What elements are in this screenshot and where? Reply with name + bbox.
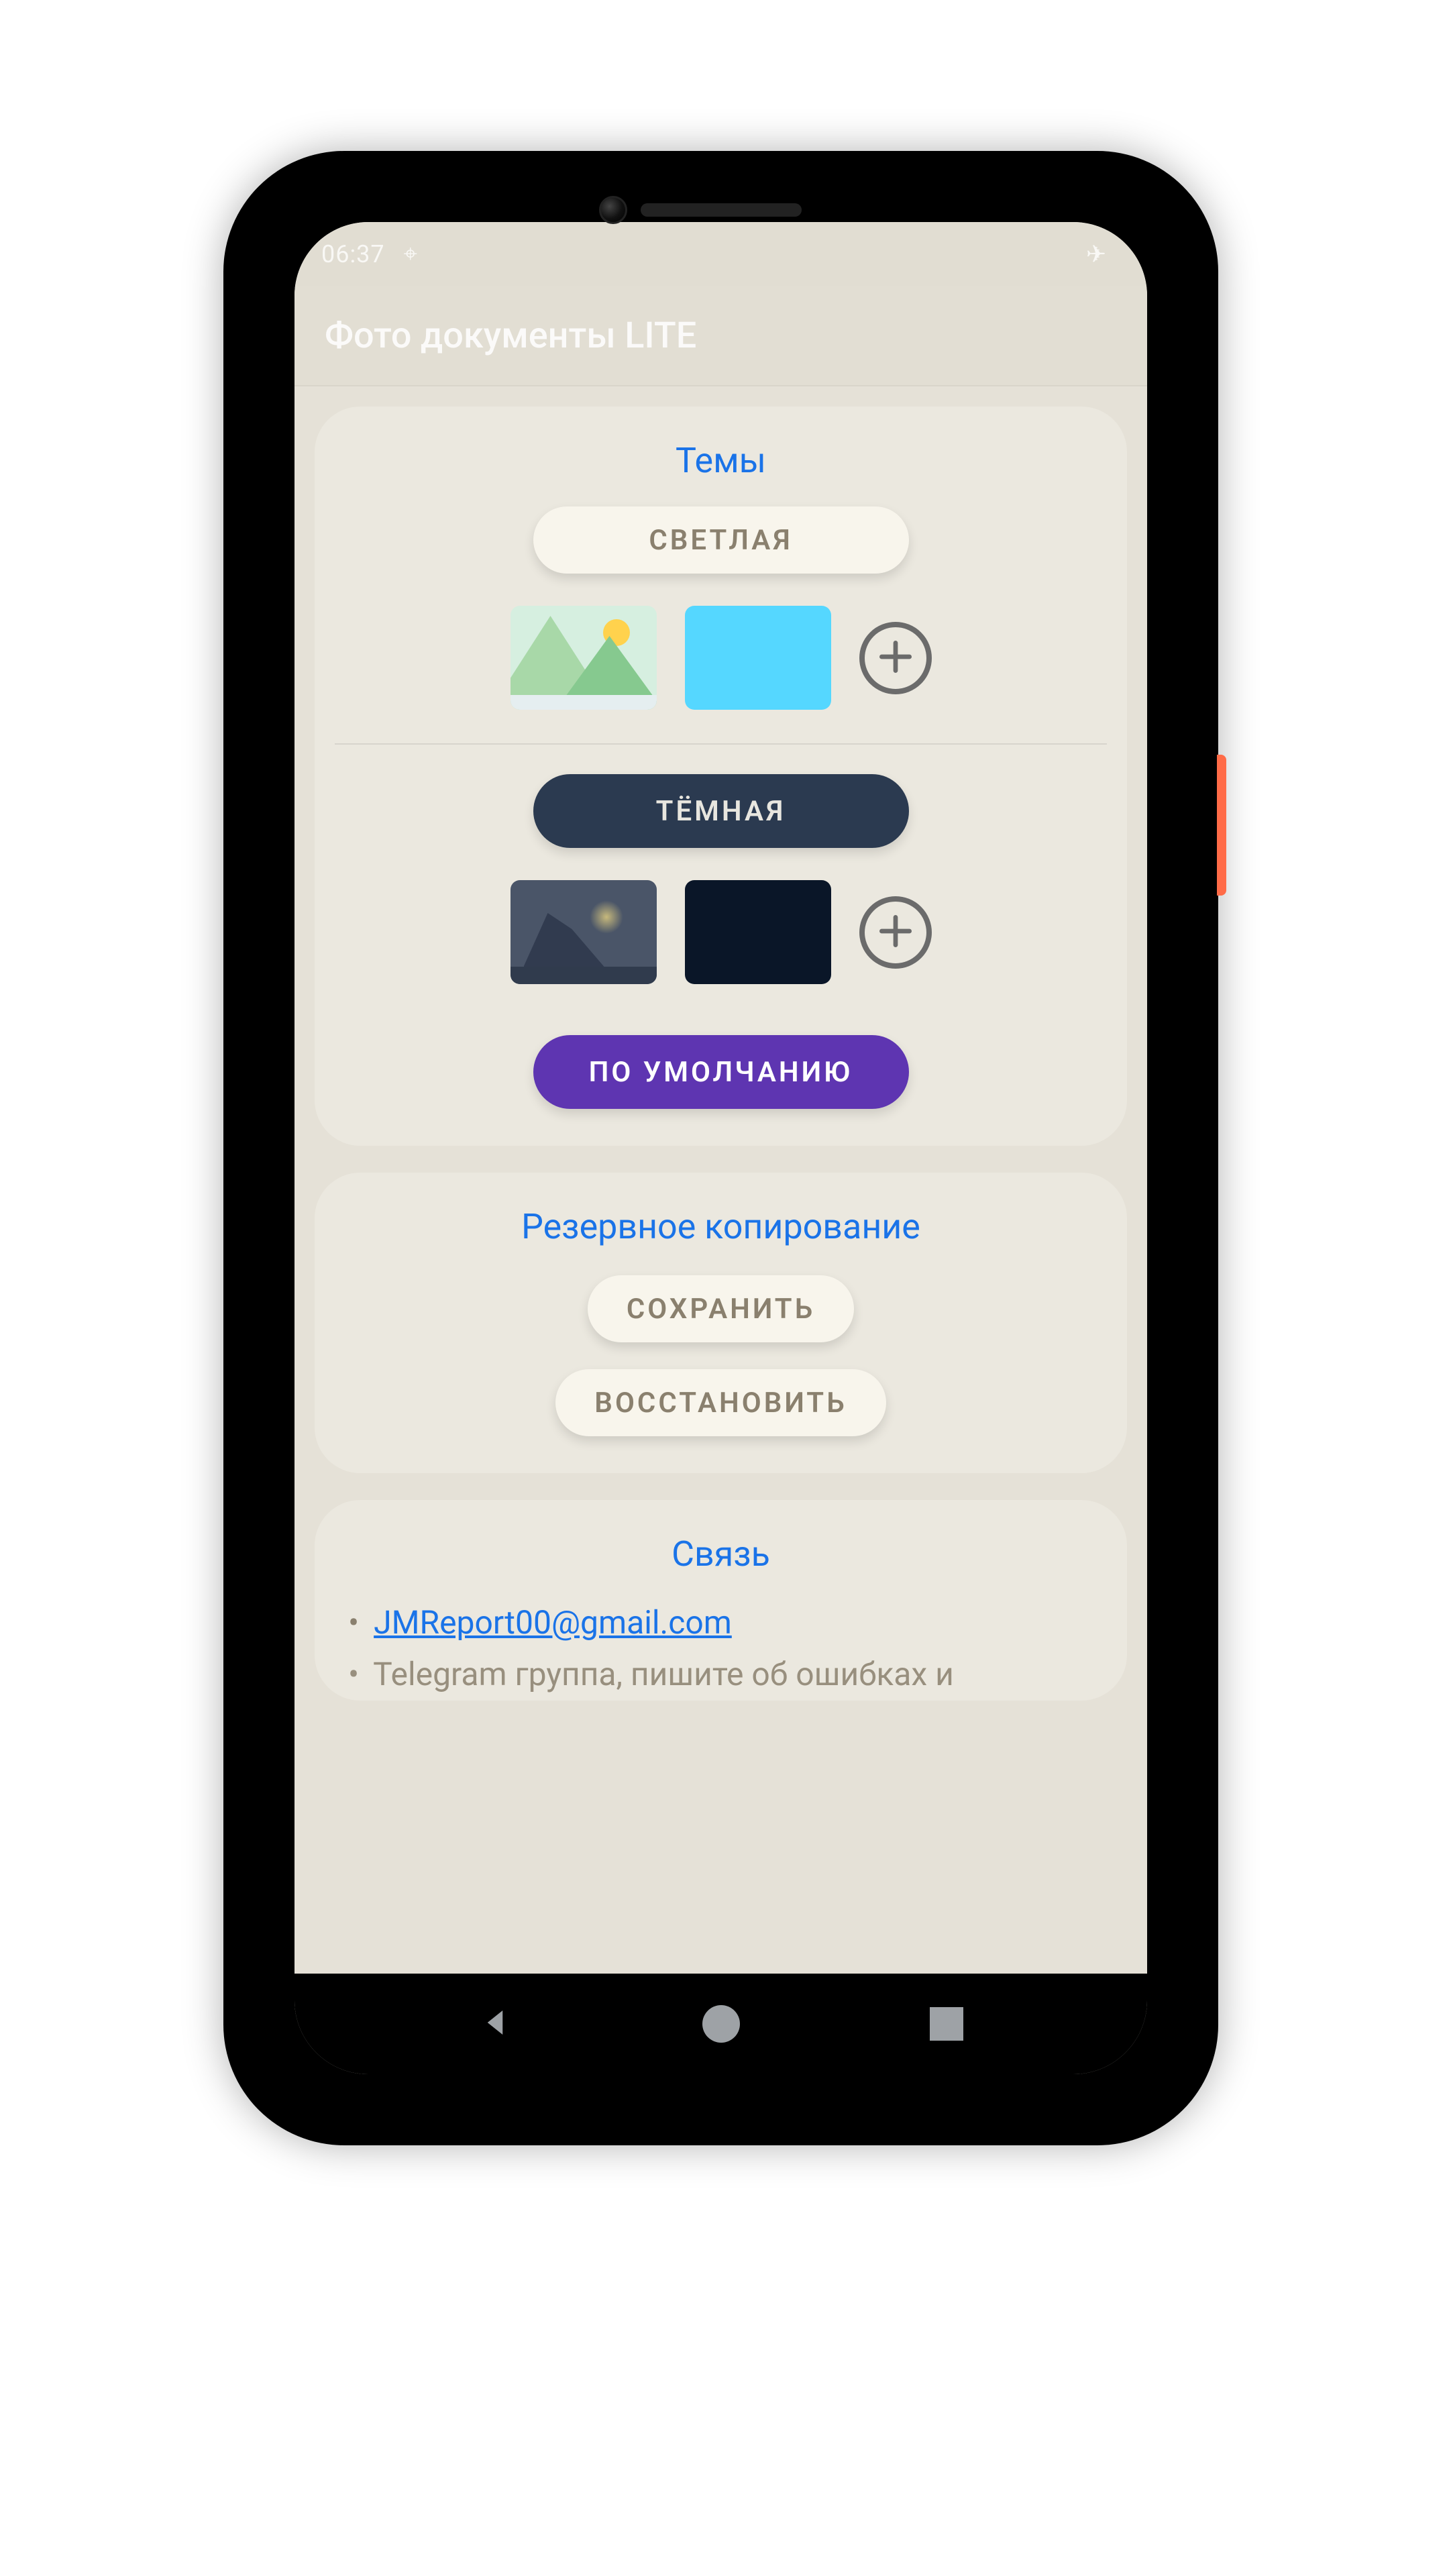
dark-theme-previews bbox=[511, 880, 932, 984]
themes-heading: Темы bbox=[676, 440, 766, 481]
contact-telegram-text: Telegram группа, пишите об ошибках и bbox=[373, 1655, 954, 1693]
bullet-icon: • bbox=[348, 1603, 359, 1642]
android-nav-bar bbox=[294, 1974, 1147, 2074]
themes-card: Темы СВЕТЛАЯ bbox=[315, 407, 1127, 1146]
app-bar: Фото документы LITE bbox=[294, 286, 1147, 386]
back-triangle-icon bbox=[477, 2004, 513, 2043]
nav-home-button[interactable] bbox=[696, 1999, 746, 2049]
restore-backup-label: ВОССТАНОВИТЬ bbox=[594, 1387, 847, 1419]
camera-dot bbox=[599, 196, 627, 224]
app-title: Фото документы LITE bbox=[325, 315, 696, 357]
phone-frame: 06:37 ⌖ ✈ Фото документы LITE Темы СВЕТЛ… bbox=[223, 151, 1218, 2145]
recent-square-icon bbox=[930, 2007, 963, 2041]
plus-icon bbox=[875, 636, 916, 680]
default-theme-button[interactable]: ПО УМОЛЧАНИЮ bbox=[533, 1035, 909, 1109]
save-backup-label: СОХРАНИТЬ bbox=[627, 1293, 815, 1326]
light-theme-button[interactable]: СВЕТЛАЯ bbox=[533, 506, 909, 574]
theme-divider bbox=[335, 743, 1107, 745]
speaker-grille bbox=[641, 203, 802, 217]
backup-card: Резервное копирование СОХРАНИТЬ ВОССТАНО… bbox=[315, 1173, 1127, 1473]
light-theme-wallpaper[interactable] bbox=[511, 606, 657, 710]
dark-theme-label: ТЁМНАЯ bbox=[656, 795, 786, 828]
light-theme-previews bbox=[511, 606, 932, 710]
add-light-theme-button[interactable] bbox=[859, 622, 932, 694]
location-icon: ⌖ bbox=[404, 239, 418, 268]
dark-theme-button[interactable]: ТЁМНАЯ bbox=[533, 774, 909, 848]
backup-heading: Резервное копирование bbox=[521, 1206, 920, 1247]
light-theme-label: СВЕТЛАЯ bbox=[649, 524, 792, 557]
dark-theme-wallpaper[interactable] bbox=[511, 880, 657, 984]
contact-email-link[interactable]: JMReport00@gmail.com bbox=[374, 1603, 732, 1642]
plus-icon bbox=[875, 910, 916, 955]
phone-bezel: 06:37 ⌖ ✈ Фото документы LITE Темы СВЕТЛ… bbox=[248, 175, 1194, 2121]
status-bar: 06:37 ⌖ ✈ bbox=[294, 222, 1147, 286]
dark-theme-color-swatch[interactable] bbox=[685, 880, 831, 984]
contact-heading: Связь bbox=[672, 1534, 770, 1574]
light-theme-color-swatch[interactable] bbox=[685, 606, 831, 710]
nav-back-button[interactable] bbox=[470, 1999, 520, 2049]
phone-notch bbox=[223, 190, 1218, 230]
contact-email-row: • JMReport00@gmail.com bbox=[348, 1597, 1093, 1649]
settings-content[interactable]: Темы СВЕТЛАЯ bbox=[294, 386, 1147, 1974]
status-clock: 06:37 bbox=[321, 240, 385, 268]
contact-telegram-row: • Telegram группа, пишите об ошибках и bbox=[348, 1649, 1093, 1701]
bullet-icon: • bbox=[348, 1655, 359, 1693]
save-backup-button[interactable]: СОХРАНИТЬ bbox=[588, 1275, 854, 1342]
home-circle-icon bbox=[702, 2005, 740, 2043]
restore-backup-button[interactable]: ВОССТАНОВИТЬ bbox=[555, 1369, 885, 1436]
screen: 06:37 ⌖ ✈ Фото документы LITE Темы СВЕТЛ… bbox=[294, 222, 1147, 2074]
airplane-mode-icon: ✈ bbox=[1086, 240, 1107, 268]
add-dark-theme-button[interactable] bbox=[859, 896, 932, 969]
default-theme-label: ПО УМОЛЧАНИЮ bbox=[589, 1056, 853, 1089]
contact-card: Связь • JMReport00@gmail.com • Telegram … bbox=[315, 1500, 1127, 1701]
nav-recent-button[interactable] bbox=[922, 1999, 971, 2049]
